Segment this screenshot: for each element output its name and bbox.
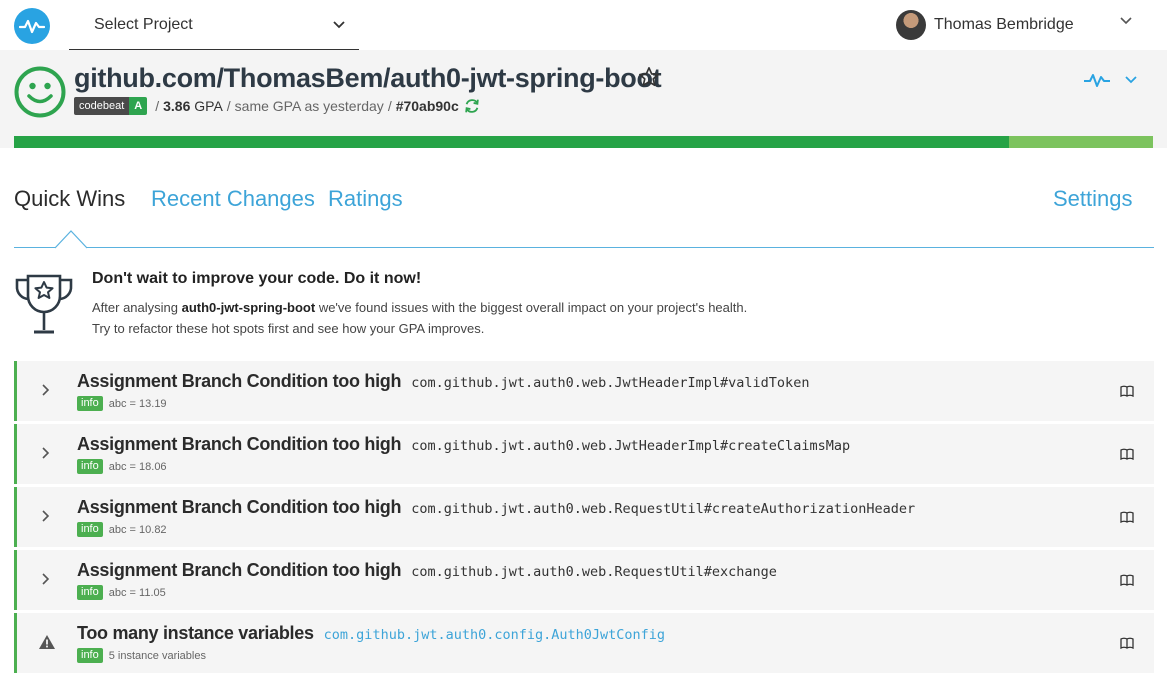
issue-row[interactable]: Too many instance variables com.github.jw…: [14, 613, 1154, 673]
gpa-value: 3.86: [163, 98, 191, 114]
issue-title: Assignment Branch Condition too high com.…: [77, 560, 777, 580]
issue-title: Assignment Branch Condition too high com.…: [77, 434, 851, 454]
tab-settings[interactable]: Settings: [1053, 186, 1133, 212]
grade-badge: A: [129, 97, 148, 115]
issue-title: Assignment Branch Condition too high com.…: [77, 497, 916, 517]
user-menu[interactable]: Thomas Bembridge: [896, 10, 1074, 40]
gpa-progress-fill: [14, 136, 1010, 148]
issue-path: com.github.jwt.auth0.web.RequestUtil#cre…: [411, 501, 916, 517]
issue-path: com.github.jwt.auth0.web.RequestUtil#exc…: [411, 564, 777, 580]
gpa-unit: GPA: [194, 98, 223, 114]
quick-wins-intro: Don't wait to improve your code. Do it n…: [14, 270, 1154, 340]
info-tag: info: [77, 585, 103, 600]
chevron-down-icon: [333, 20, 345, 28]
chevron-right-icon[interactable]: [41, 446, 51, 460]
issue-row[interactable]: Assignment Branch Condition too high com.…: [14, 550, 1154, 610]
warning-icon: [39, 635, 55, 649]
issue-row[interactable]: Assignment Branch Condition too high com.…: [14, 424, 1154, 484]
issue-detail: abc = 13.19: [108, 397, 167, 410]
active-tab-caret-icon: [55, 230, 87, 249]
issue-detail: abc = 10.82: [108, 523, 167, 536]
tab-ratings[interactable]: Ratings: [328, 186, 403, 212]
tab-recent-changes[interactable]: Recent Changes: [151, 186, 315, 212]
smiley-icon: [14, 66, 66, 118]
project-select-label: Select Project: [94, 15, 193, 33]
top-bar: Select Project Thomas Bembridge: [0, 0, 1167, 50]
gpa-progress-bar: [14, 136, 1153, 148]
issue-detail: abc = 18.06: [108, 460, 167, 473]
book-icon[interactable]: [1120, 574, 1134, 586]
chevron-right-icon[interactable]: [41, 383, 51, 397]
issue-detail: abc = 11.05: [108, 586, 166, 599]
info-tag: info: [77, 396, 103, 411]
issue-path-link[interactable]: com.github.jwt.auth0.config.Auth0JwtConf…: [324, 627, 665, 643]
chevron-right-icon[interactable]: [41, 572, 51, 586]
refresh-icon[interactable]: [463, 97, 481, 115]
project-header: github.com/ThomasBem/auth0-jwt-spring-bo…: [0, 50, 1167, 148]
issue-row[interactable]: Assignment Branch Condition too high com.…: [14, 487, 1154, 547]
intro-line-1: After analysing auth0-jwt-spring-boot we…: [92, 300, 748, 315]
intro-title: Don't wait to improve your code. Do it n…: [92, 270, 422, 287]
issue-detail: 5 instance variables: [108, 649, 206, 662]
project-select[interactable]: Select Project: [69, 0, 359, 50]
book-icon[interactable]: [1120, 448, 1134, 460]
issue-title: Too many instance variables com.github.jw…: [77, 623, 666, 643]
issue-title: Assignment Branch Condition too high com.…: [77, 371, 810, 391]
issue-row[interactable]: Assignment Branch Condition too high com.…: [14, 361, 1154, 421]
issues-list: Assignment Branch Condition too high com.…: [14, 361, 1154, 676]
intro-line-2: Try to refactor these hot spots first an…: [92, 321, 485, 336]
commit-hash[interactable]: #70ab90c: [396, 98, 459, 114]
avatar: [896, 10, 926, 40]
repo-title[interactable]: github.com/ThomasBem/auth0-jwt-spring-bo…: [74, 63, 662, 94]
chevron-down-icon: [1125, 76, 1137, 84]
issue-path: com.github.jwt.auth0.web.JwtHeaderImpl#c…: [411, 438, 851, 454]
tab-bar: Quick Wins Recent Changes Ratings Settin…: [14, 186, 1154, 249]
book-icon[interactable]: [1120, 637, 1134, 649]
issue-path: com.github.jwt.auth0.web.JwtHeaderImpl#v…: [411, 375, 810, 391]
user-name: Thomas Bembridge: [934, 16, 1074, 33]
chevron-down-icon[interactable]: [1120, 17, 1132, 25]
info-tag: info: [77, 522, 103, 537]
tab-quick-wins[interactable]: Quick Wins: [14, 186, 125, 212]
gpa-meta: codebeat A / 3.86 GPA / same GPA as yest…: [74, 97, 481, 115]
info-tag: info: [77, 648, 103, 663]
gpa-note: same GPA as yesterday: [234, 98, 384, 114]
star-icon[interactable]: [638, 66, 660, 88]
trophy-icon: [15, 274, 73, 334]
codebeat-logo-icon[interactable]: [14, 8, 50, 44]
codebeat-badge: codebeat: [74, 97, 130, 115]
book-icon[interactable]: [1120, 511, 1134, 523]
book-icon[interactable]: [1120, 385, 1134, 397]
activity-icon: [1084, 74, 1110, 87]
activity-menu[interactable]: [1083, 72, 1137, 88]
intro-repo-name: auth0-jwt-spring-boot: [181, 300, 316, 315]
info-tag: info: [77, 459, 103, 474]
chevron-right-icon[interactable]: [41, 509, 51, 523]
